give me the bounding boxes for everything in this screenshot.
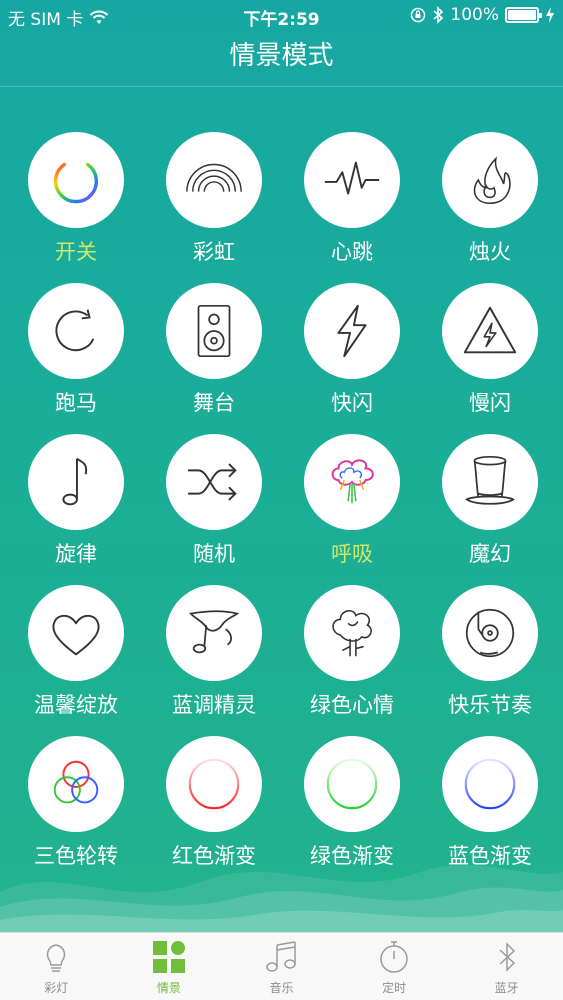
mode-stage[interactable]: 舞台 [145,283,283,434]
mode-label: 开关 [55,240,97,264]
shuffle-icon [187,463,237,501]
mode-label: 烛火 [469,240,511,264]
music-icon [266,941,297,972]
tricolor-rings-icon [53,760,99,804]
record-player-icon [465,608,515,658]
decorative-waves [0,864,563,932]
mode-label: 慢闪 [469,391,511,415]
mode-breathe[interactable]: 呼吸 [283,434,421,585]
mode-slow-flash[interactable]: 慢闪 [421,283,559,434]
mode-label: 跑马 [55,391,97,415]
mode-label: 旋律 [55,542,97,566]
tab-music[interactable]: 音乐 [225,933,338,1000]
mode-candle[interactable]: 烛火 [421,132,559,283]
mode-green-mood[interactable]: 绿色心情 [283,585,421,736]
tab-lights[interactable]: 彩灯 [0,933,113,1000]
battery-percentage: 100% [450,5,499,25]
tab-label: 定时 [382,981,407,995]
tab-bluetooth[interactable]: 蓝牙 [450,933,563,1000]
mode-power[interactable]: 开关 [7,132,145,283]
heart-icon [52,614,100,656]
blue-ring-icon [464,758,516,810]
rotate-icon [55,309,95,352]
mode-magic[interactable]: 魔幻 [421,434,559,585]
music-note-icon [62,457,88,506]
tree-icon [332,610,372,657]
mode-label: 随机 [193,542,235,566]
mode-grid: 开关 彩虹 心跳 烛火 跑马 舞台 快闪 慢闪 旋律 随机 呼吸 魔幻 温馨绽放… [0,132,563,887]
orientation-lock-icon [411,7,426,23]
mode-marquee[interactable]: 跑马 [7,283,145,434]
bulb-icon [47,944,66,972]
status-bar: 无 SIM 卡 下午2:59 100% [0,0,563,30]
mode-label: 魔幻 [469,542,511,566]
mode-label: 蓝调精灵 [172,693,256,717]
bluetooth-status-icon [433,6,444,24]
colorful-cloud-icon [331,459,374,504]
tab-label: 蓝牙 [494,981,519,995]
bluetooth-icon [499,942,515,972]
heartbeat-icon [324,161,380,195]
lightning-icon [337,304,367,358]
mode-label: 舞台 [193,391,235,415]
mode-label: 心跳 [331,240,373,264]
tab-label: 情景 [156,981,181,995]
mode-happy-rhythm[interactable]: 快乐节奏 [421,585,559,736]
flame-icon [473,156,511,205]
page-title: 情景模式 [229,41,334,71]
warning-lightning-icon [463,306,517,354]
mode-melody[interactable]: 旋律 [7,434,145,585]
scene-mode-screen: 无 SIM 卡 下午2:59 100% 情景模式 开关 彩虹 心跳 烛火 跑马 … [0,0,563,932]
mode-label: 快闪 [331,391,373,415]
header-divider [0,86,563,87]
stopwatch-icon [380,941,408,973]
mode-label: 呼吸 [331,542,373,566]
mode-label: 快乐节奏 [448,693,532,717]
mode-rainbow[interactable]: 彩虹 [145,132,283,283]
tab-label: 彩灯 [44,981,69,995]
rainbow-icon [186,163,242,192]
magic-hat-icon [465,455,515,505]
mode-label: 温馨绽放 [34,693,118,717]
mode-label: 绿色心情 [310,693,394,717]
red-ring-icon [188,758,240,810]
green-ring-icon [326,758,378,810]
tab-scenes[interactable]: 情景 [113,933,226,1000]
charging-icon [546,7,554,23]
battery-icon [505,7,542,23]
power-icon [53,155,99,204]
mode-label: 彩虹 [193,240,235,264]
blues-note-icon [188,610,240,654]
mode-heartbeat[interactable]: 心跳 [283,132,421,283]
tab-bar: 彩灯 情景 音乐 定时 蓝牙 [0,932,563,1000]
mode-blues-spirit[interactable]: 蓝调精灵 [145,585,283,736]
tab-timer[interactable]: 定时 [338,933,451,1000]
mode-random[interactable]: 随机 [145,434,283,585]
tab-label: 音乐 [269,981,294,995]
speaker-icon [197,304,231,358]
grid-icon [152,941,185,973]
mode-warm-bloom[interactable]: 温馨绽放 [7,585,145,736]
mode-fast-flash[interactable]: 快闪 [283,283,421,434]
